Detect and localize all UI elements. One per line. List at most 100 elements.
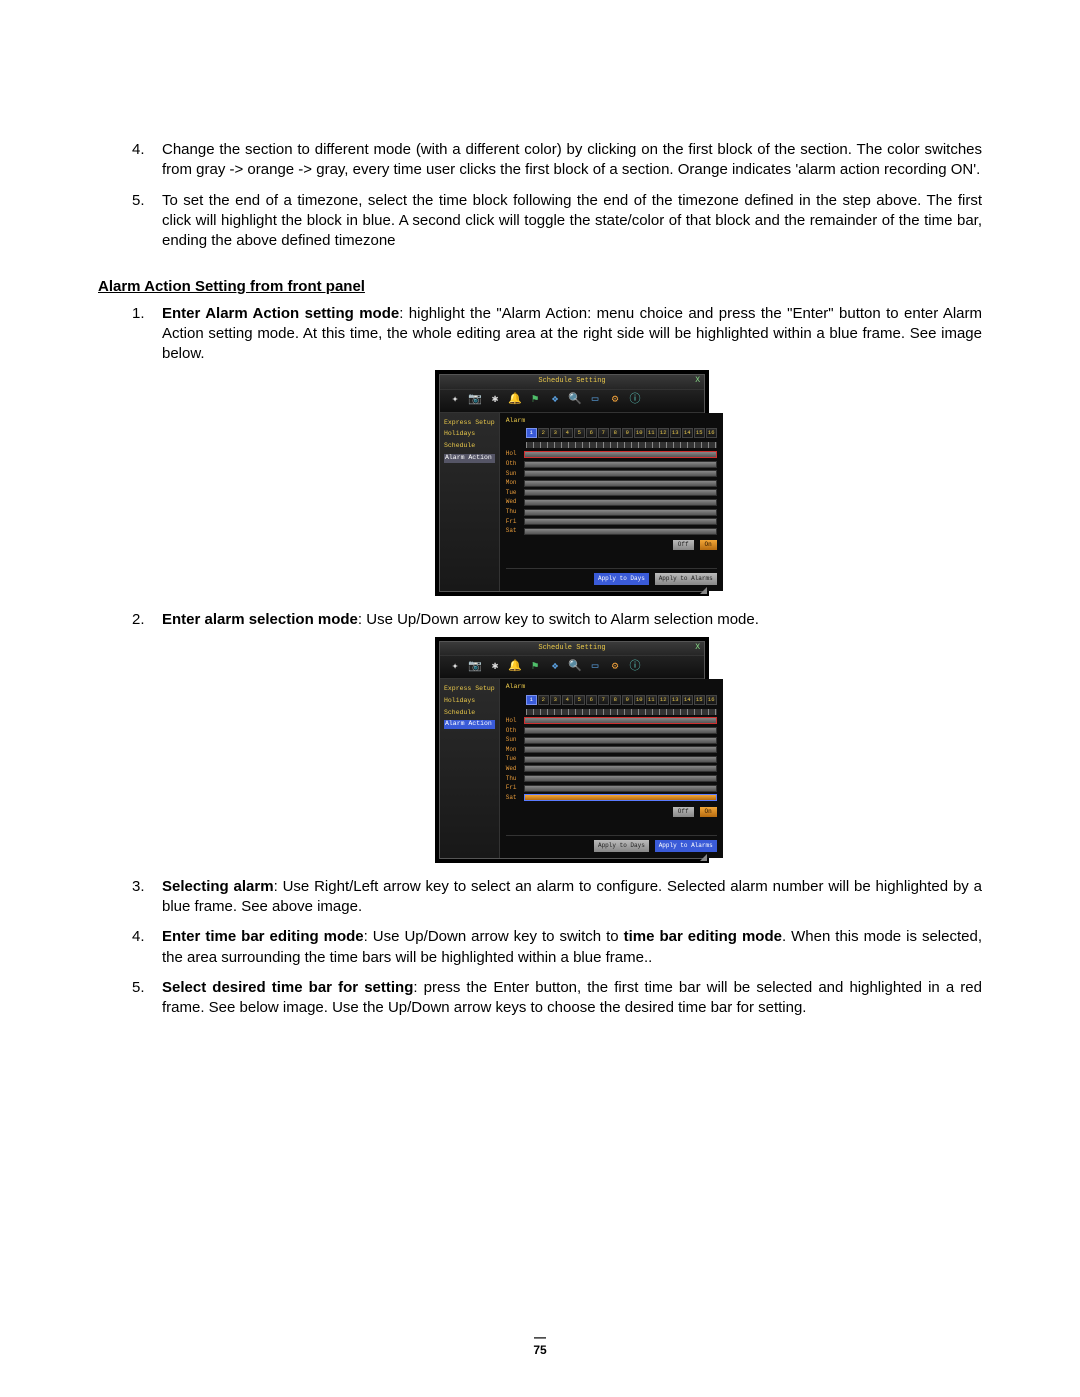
time-bar[interactable] (524, 775, 717, 782)
resize-handle-icon[interactable] (700, 587, 707, 594)
alarm-number[interactable]: 13 (670, 428, 681, 438)
alarm-number[interactable]: 9 (622, 695, 633, 705)
apply-to-alarms-button[interactable]: Apply to Alarms (655, 840, 717, 852)
alarm-number[interactable]: 11 (646, 428, 657, 438)
network-icon[interactable]: ❖ (548, 394, 562, 408)
search-icon[interactable]: 🔍 (568, 394, 582, 408)
screenshot-2-wrap: Schedule Setting X ✦ 📷 ✱ 🔔 ⚑ ❖ 🔍 ▭ (162, 637, 982, 863)
network-icon[interactable]: ❖ (548, 660, 562, 674)
time-bar[interactable] (524, 509, 717, 516)
flag-icon[interactable]: ⚑ (528, 660, 542, 674)
time-bar[interactable] (524, 746, 717, 753)
dvr-body: Express Setup Holidays Schedule Alarm Ac… (440, 679, 704, 858)
alarm-number[interactable]: 2 (538, 695, 549, 705)
bell-icon[interactable]: 🔔 (508, 660, 522, 674)
alarm-number[interactable]: 3 (550, 695, 561, 705)
search-icon[interactable]: 🔍 (568, 660, 582, 674)
camera-icon[interactable]: 📷 (468, 660, 482, 674)
alarm-number[interactable]: 7 (598, 428, 609, 438)
sidebar-item-selected[interactable]: Alarm Action (444, 454, 495, 463)
info-icon[interactable]: ⓘ (628, 660, 642, 674)
sidebar-item-selected[interactable]: Alarm Action (444, 720, 495, 729)
time-bar[interactable] (524, 451, 717, 458)
time-bar[interactable] (524, 470, 717, 477)
time-bar[interactable] (524, 717, 717, 724)
time-bar[interactable] (524, 499, 717, 506)
alarm-number[interactable]: 4 (562, 428, 573, 438)
close-icon[interactable]: X (695, 643, 700, 654)
tool-icon[interactable]: ✦ (448, 394, 462, 408)
bell-icon[interactable]: 🔔 (508, 394, 522, 408)
alarm-number[interactable]: 4 (562, 695, 573, 705)
sidebar-item[interactable]: Schedule (444, 709, 495, 718)
tool-icon[interactable]: ✦ (448, 660, 462, 674)
time-bar[interactable] (524, 480, 717, 487)
day-label: Hol (506, 450, 524, 458)
alarm-number[interactable]: 8 (610, 695, 621, 705)
gears-icon[interactable]: ⚙ (608, 394, 622, 408)
sidebar-item[interactable]: Holidays (444, 430, 495, 439)
display-icon[interactable]: ▭ (588, 660, 602, 674)
time-bar[interactable] (524, 528, 717, 535)
time-bar[interactable] (524, 785, 717, 792)
top-item-4: 4. Change the section to different mode … (158, 140, 982, 181)
time-bar[interactable] (524, 756, 717, 763)
time-bar[interactable] (524, 737, 717, 744)
day-label: Tue (506, 489, 524, 497)
time-bar[interactable] (524, 518, 717, 525)
alarm-number[interactable]: 13 (670, 695, 681, 705)
time-bar[interactable] (524, 489, 717, 496)
alarm-number[interactable]: 6 (586, 428, 597, 438)
reel-icon[interactable]: ✱ (488, 394, 502, 408)
display-icon[interactable]: ▭ (588, 394, 602, 408)
alarm-number-selected[interactable]: 1 (526, 695, 537, 705)
alarm-number[interactable]: 14 (682, 695, 693, 705)
time-bar[interactable] (524, 794, 717, 801)
alarm-number[interactable]: 3 (550, 428, 561, 438)
info-icon[interactable]: ⓘ (628, 394, 642, 408)
alarm-number[interactable]: 15 (694, 428, 705, 438)
time-bar[interactable] (524, 461, 717, 468)
sidebar-item[interactable]: Express Setup (444, 419, 495, 428)
alarm-number[interactable]: 5 (574, 428, 585, 438)
alarm-number[interactable]: 9 (622, 428, 633, 438)
apply-to-days-button[interactable]: Apply to Days (594, 573, 649, 585)
day-label: Oth (506, 460, 524, 468)
alarm-number-selected[interactable]: 1 (526, 428, 537, 438)
step-bold: Enter Alarm Action setting mode (162, 305, 399, 322)
gears-icon[interactable]: ⚙ (608, 660, 622, 674)
alarm-number[interactable]: 16 (706, 695, 717, 705)
alarm-number[interactable]: 6 (586, 695, 597, 705)
alarm-number[interactable]: 14 (682, 428, 693, 438)
flag-icon[interactable]: ⚑ (528, 394, 542, 408)
apply-to-alarms-button[interactable]: Apply to Alarms (655, 573, 717, 585)
alarm-number[interactable]: 12 (658, 695, 669, 705)
list-text: To set the end of a timezone, select the… (162, 192, 982, 250)
camera-icon[interactable]: 📷 (468, 394, 482, 408)
sidebar-item[interactable]: Schedule (444, 442, 495, 451)
apply-to-days-button[interactable]: Apply to Days (594, 840, 649, 852)
close-icon[interactable]: X (695, 376, 700, 387)
alarm-number-row: 1 2 3 4 5 6 7 8 9 10 (526, 695, 717, 705)
sidebar-item[interactable]: Holidays (444, 697, 495, 706)
alarm-number[interactable]: 8 (610, 428, 621, 438)
resize-handle-icon[interactable] (700, 854, 707, 861)
alarm-number[interactable]: 10 (634, 695, 645, 705)
alarm-number[interactable]: 12 (658, 428, 669, 438)
alarm-number[interactable]: 15 (694, 695, 705, 705)
alarm-number[interactable]: 11 (646, 695, 657, 705)
reel-icon[interactable]: ✱ (488, 660, 502, 674)
sidebar-item[interactable]: Express Setup (444, 685, 495, 694)
dvr-body: Express Setup Holidays Schedule Alarm Ac… (440, 413, 704, 592)
step-1: 1. Enter Alarm Action setting mode: high… (158, 304, 982, 597)
list-number: 5. (132, 191, 145, 211)
alarm-number[interactable]: 2 (538, 428, 549, 438)
alarm-label: Alarm (506, 683, 717, 692)
time-bar[interactable] (524, 727, 717, 734)
alarm-number[interactable]: 7 (598, 695, 609, 705)
alarm-number[interactable]: 16 (706, 428, 717, 438)
alarm-number[interactable]: 10 (634, 428, 645, 438)
time-bar[interactable] (524, 765, 717, 772)
alarm-number[interactable]: 5 (574, 695, 585, 705)
day-label: Wed (506, 765, 524, 773)
